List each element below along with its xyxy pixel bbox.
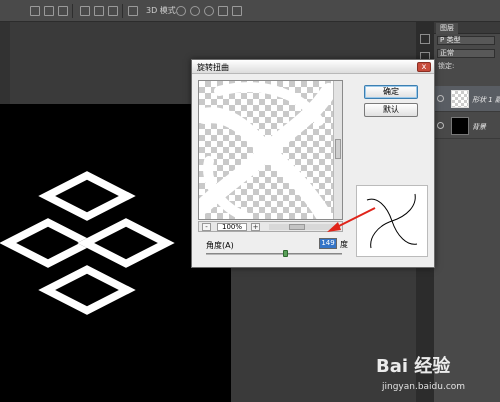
baidu-jingyan-watermark: Bai 经验 jingyan.baidu.com (376, 352, 498, 400)
annotation-arrow (327, 207, 376, 232)
watermark-url: jingyan.baidu.com (382, 382, 466, 392)
watermark-logo: Bai 经验 (376, 356, 451, 377)
